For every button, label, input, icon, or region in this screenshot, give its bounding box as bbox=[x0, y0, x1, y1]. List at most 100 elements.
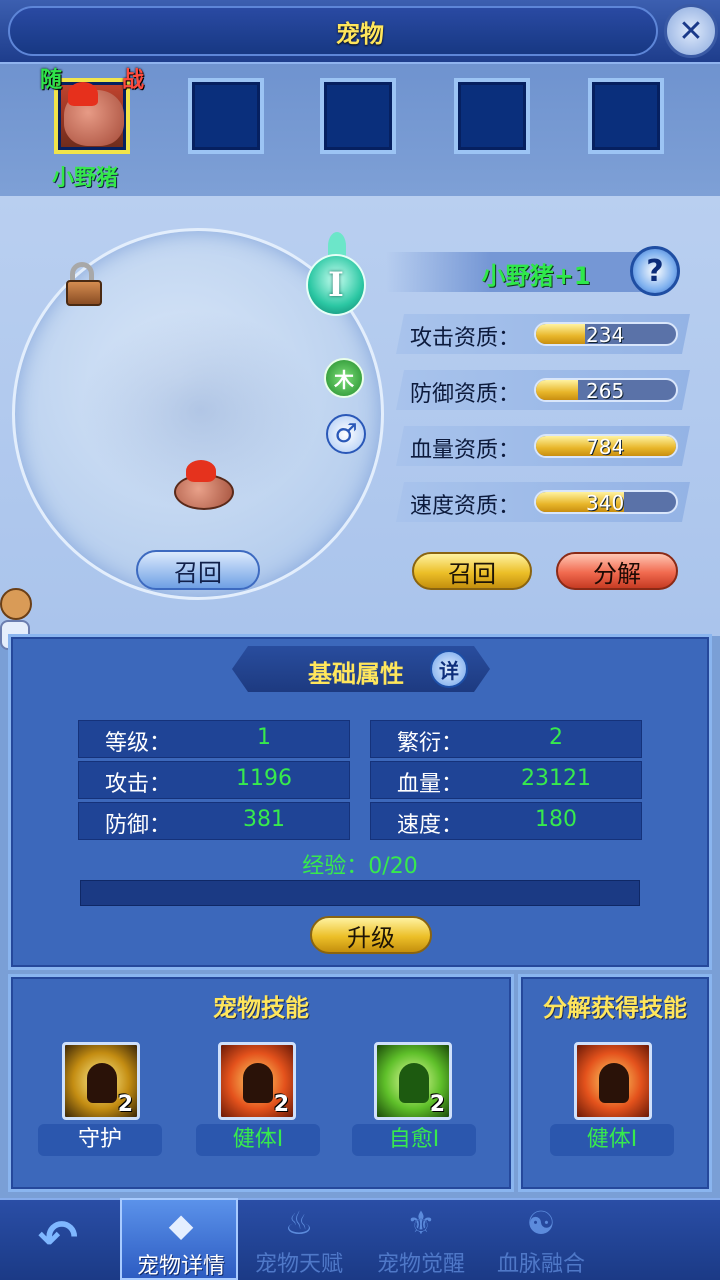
tab-bloodline-fusion[interactable]: ☯ 血脉融合 bbox=[482, 1198, 600, 1280]
quality-bar: 234 bbox=[534, 322, 678, 346]
quality-label: 速度资质： bbox=[410, 494, 521, 519]
pet-hair bbox=[186, 460, 216, 482]
flame-icon: ♨ bbox=[284, 1204, 314, 1242]
skill-level: 2 bbox=[429, 1092, 445, 1117]
skill-name-bar: 健体Ⅰ bbox=[196, 1124, 320, 1156]
quality-label: 攻击资质： bbox=[410, 326, 521, 351]
quality-bar: 265 bbox=[534, 378, 678, 402]
stat-value: 2 bbox=[549, 725, 563, 750]
quality-bar-fill bbox=[536, 324, 585, 344]
active-pet-name: 小野猪 bbox=[52, 166, 119, 191]
detail-button[interactable]: 详 bbox=[430, 650, 468, 688]
tab-label: 宠物天赋 bbox=[254, 1252, 343, 1277]
skill-self-heal-icon[interactable]: 2 bbox=[374, 1042, 452, 1120]
stat-value: 1 bbox=[257, 725, 271, 750]
wolf-icon: ◆ bbox=[168, 1206, 194, 1244]
stat-label: 繁衍： bbox=[397, 731, 464, 756]
quality-bar-fill bbox=[536, 380, 578, 400]
tab-pet-talent[interactable]: ♨ 宠物天赋 bbox=[240, 1198, 358, 1280]
skill-fitness-icon[interactable]: 2 bbox=[218, 1042, 296, 1120]
stat-label: 血量： bbox=[397, 772, 464, 797]
stat-value: 1196 bbox=[236, 766, 292, 791]
skill-figure bbox=[399, 1063, 429, 1103]
page-title: 宠物 bbox=[336, 20, 384, 48]
back-arrow-icon: ↶ bbox=[37, 1210, 79, 1266]
skill-level: 2 bbox=[273, 1092, 289, 1117]
skill-figure bbox=[243, 1063, 273, 1103]
stat-attack: 攻击： 1196 bbox=[78, 761, 350, 799]
decompose-skills-title: 分解获得技能 bbox=[543, 994, 687, 1022]
stat-value: 180 bbox=[535, 807, 577, 832]
quality-row-defense: 防御资质： 265 bbox=[396, 370, 690, 410]
element-wood-icon: 木 bbox=[324, 358, 364, 398]
close-icon: ✕ bbox=[678, 13, 704, 49]
recall-button[interactable]: 召回 bbox=[412, 552, 532, 590]
skill-figure bbox=[599, 1063, 629, 1103]
quality-value: 234 bbox=[586, 323, 625, 346]
pet-slot-empty[interactable] bbox=[188, 78, 264, 154]
upgrade-button[interactable]: 升级 bbox=[310, 916, 432, 954]
experience-text: 经验：0/20 bbox=[302, 854, 418, 879]
quality-row-attack: 攻击资质： 234 bbox=[396, 314, 690, 354]
skill-name: 自愈Ⅰ bbox=[388, 1127, 440, 1152]
close-button[interactable]: ✕ bbox=[664, 4, 718, 58]
tab-pet-details[interactable]: ◆ 宠物详情 bbox=[120, 1198, 238, 1280]
stat-speed: 速度： 180 bbox=[370, 802, 642, 840]
stat-value: 23121 bbox=[521, 766, 591, 791]
stat-breeding: 繁衍： 2 bbox=[370, 720, 642, 758]
experience-bar bbox=[80, 880, 640, 906]
skill-name-bar: 自愈Ⅰ bbox=[352, 1124, 476, 1156]
lock-body bbox=[66, 280, 102, 306]
stat-defense: 防御： 381 bbox=[78, 802, 350, 840]
pet-slot-active[interactable] bbox=[54, 78, 130, 154]
quality-row-speed: 速度资质： 340 bbox=[396, 482, 690, 522]
pet-skills-title: 宠物技能 bbox=[213, 994, 309, 1022]
quality-value: 340 bbox=[586, 491, 625, 514]
stat-value: 381 bbox=[243, 807, 285, 832]
stat-label: 速度： bbox=[397, 813, 464, 838]
skill-fitness-icon[interactable] bbox=[574, 1042, 652, 1120]
pet-slot-empty[interactable] bbox=[454, 78, 530, 154]
pet-mane bbox=[68, 82, 98, 106]
quality-label: 防御资质： bbox=[410, 382, 521, 407]
skill-name: 守护 bbox=[77, 1127, 122, 1152]
bottom-nav bbox=[0, 1198, 720, 1280]
stat-hp: 血量： 23121 bbox=[370, 761, 642, 799]
stat-label: 攻击： bbox=[105, 772, 172, 797]
male-icon: ♂ bbox=[326, 414, 366, 454]
grade-badge: I bbox=[306, 254, 366, 316]
stat-label: 等级： bbox=[105, 731, 172, 756]
pet-slot-empty[interactable] bbox=[320, 78, 396, 154]
skill-name: 健体Ⅰ bbox=[232, 1127, 284, 1152]
skill-guard-icon[interactable]: 2 bbox=[62, 1042, 140, 1120]
skill-name-bar: 守护 bbox=[38, 1124, 162, 1156]
grade-flame-icon: I bbox=[306, 232, 366, 318]
monkey-head bbox=[0, 588, 32, 620]
quality-label: 血量资质： bbox=[410, 438, 521, 463]
quality-bar: 784 bbox=[534, 434, 678, 458]
follow-tag: 随 bbox=[40, 68, 63, 93]
question-icon: ? bbox=[646, 253, 664, 289]
decompose-button[interactable]: 分解 bbox=[556, 552, 678, 590]
stat-label: 防御： bbox=[105, 813, 172, 838]
pet-sprite bbox=[168, 460, 238, 516]
basic-attributes-title: 基础属性 bbox=[308, 660, 404, 688]
quality-value: 784 bbox=[586, 435, 625, 458]
skill-level: 2 bbox=[117, 1092, 133, 1117]
back-button[interactable]: ↶ bbox=[28, 1208, 88, 1268]
tab-pet-awakening[interactable]: ⚜ 宠物觉醒 bbox=[362, 1198, 480, 1280]
skill-figure bbox=[87, 1063, 117, 1103]
lock-icon[interactable] bbox=[66, 262, 102, 306]
swirl-icon: ☯ bbox=[526, 1204, 556, 1242]
recall-button-bubble[interactable]: 召回 bbox=[136, 550, 260, 590]
stat-level: 等级： 1 bbox=[78, 720, 350, 758]
quality-row-hp: 血量资质： 784 bbox=[396, 426, 690, 466]
help-button[interactable]: ? bbox=[630, 246, 680, 296]
pet-slot-empty[interactable] bbox=[588, 78, 664, 154]
tab-label: 宠物详情 bbox=[136, 1254, 225, 1279]
battle-tag: 战 bbox=[122, 68, 145, 93]
tab-label: 宠物觉醒 bbox=[376, 1252, 465, 1277]
quality-bar: 340 bbox=[534, 490, 678, 514]
quality-value: 265 bbox=[586, 379, 625, 402]
skill-name: 健体Ⅰ bbox=[586, 1127, 638, 1152]
